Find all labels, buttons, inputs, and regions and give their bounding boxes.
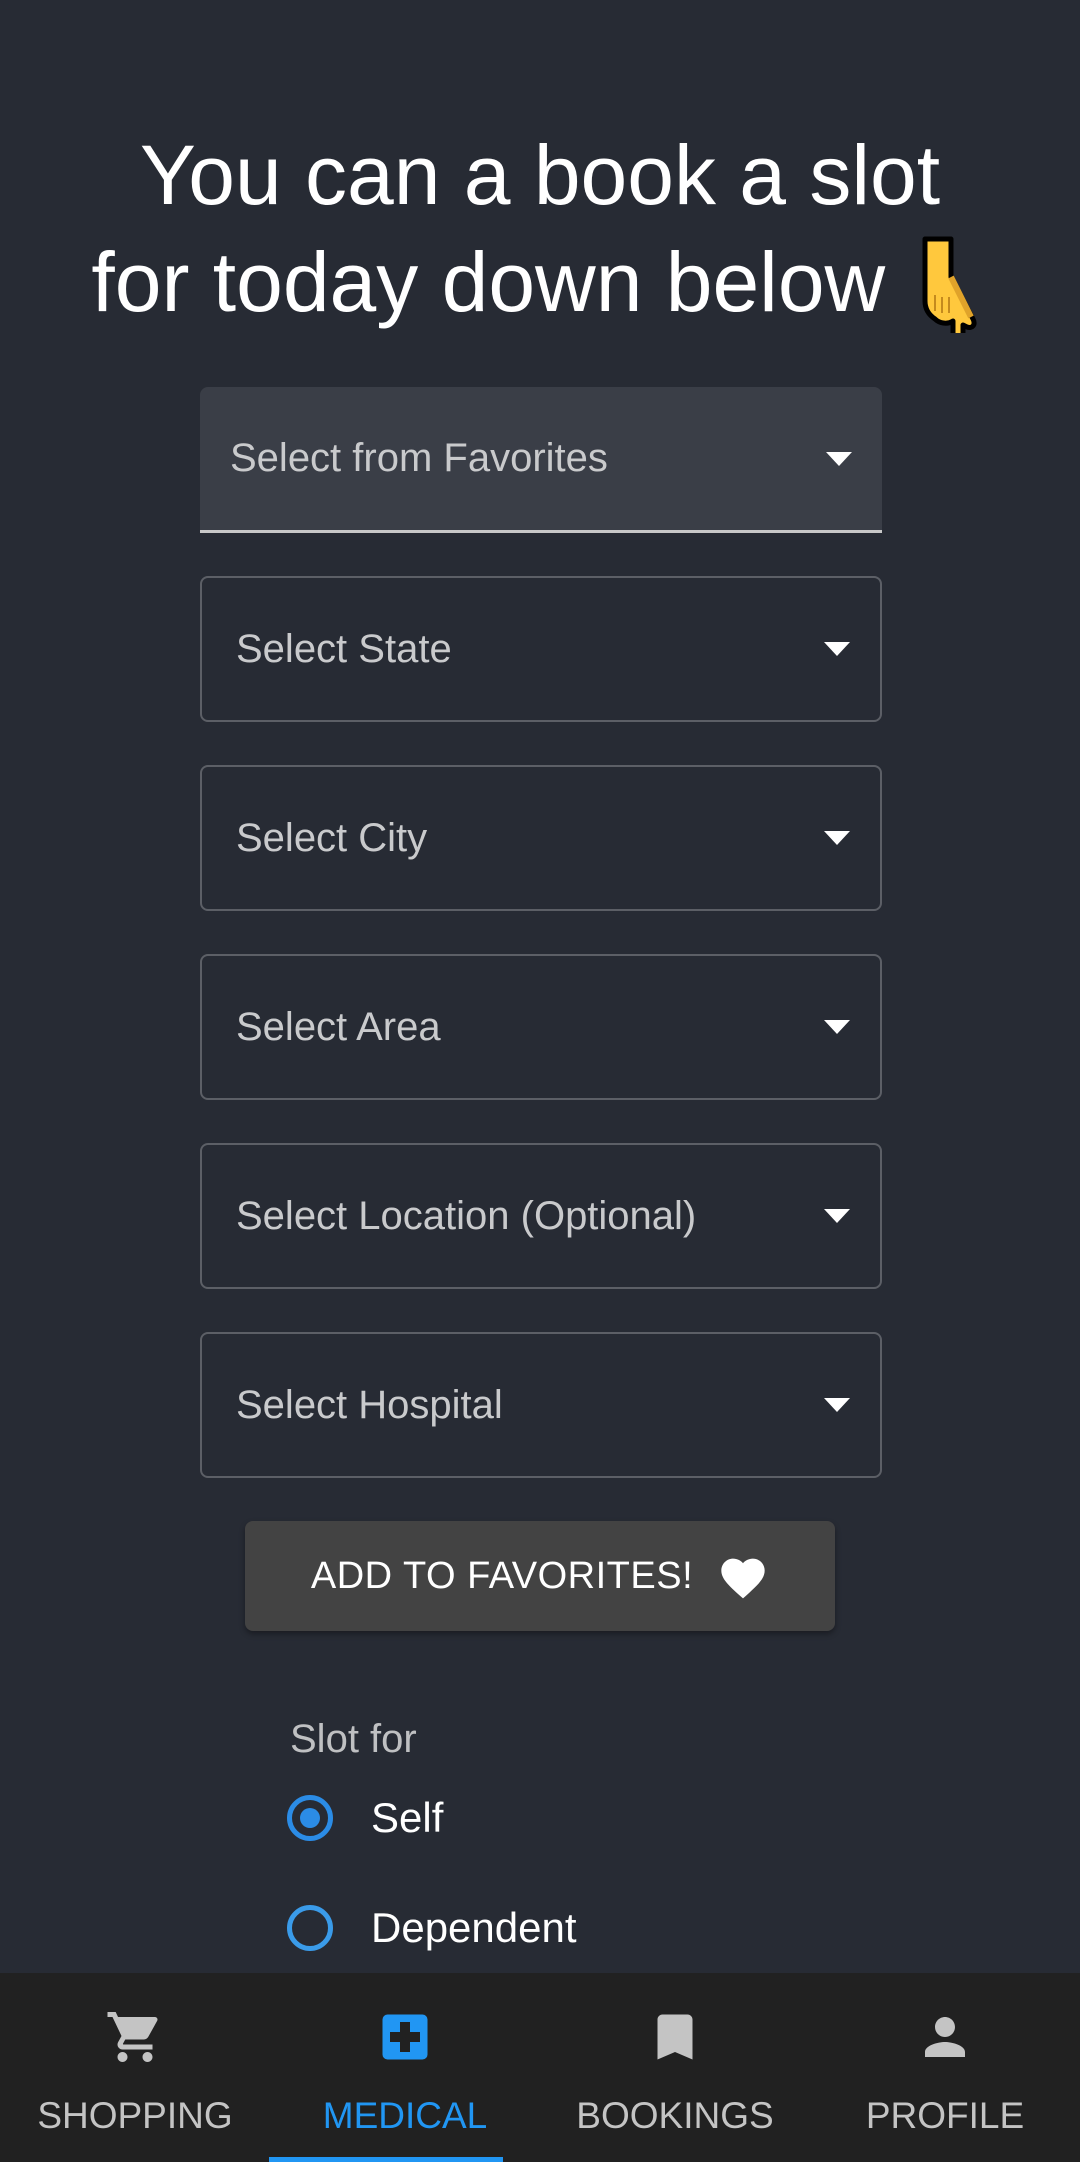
page-headline: You can a book a slot for today down bel… bbox=[0, 122, 1080, 350]
radio-dependent-label: Dependent bbox=[371, 1904, 577, 1951]
city-select[interactable]: Select City bbox=[200, 765, 882, 911]
radio-self[interactable]: Self bbox=[287, 1794, 443, 1842]
nav-bookings-label: BOOKINGS bbox=[576, 2095, 774, 2136]
cart-icon bbox=[107, 2012, 158, 2062]
area-select[interactable]: Select Area bbox=[200, 954, 882, 1100]
area-select-label: Select Area bbox=[236, 1004, 441, 1049]
heart-icon bbox=[721, 1558, 765, 1599]
dropdown-arrow-icon bbox=[824, 1209, 850, 1223]
hospital-select[interactable]: Select Hospital bbox=[200, 1332, 882, 1478]
nav-profile-label: PROFILE bbox=[865, 2095, 1025, 2136]
headline-line-2: for today down below bbox=[0, 229, 1080, 350]
hospital-select-label: Select Hospital bbox=[236, 1382, 503, 1427]
nav-profile[interactable]: PROFILE bbox=[810, 1973, 1080, 2162]
add-to-favorites-label: ADD TO FAVORITES! bbox=[310, 1554, 694, 1597]
headline-line-1: You can a book a slot bbox=[139, 128, 941, 222]
nav-bookings[interactable]: BOOKINGS bbox=[540, 1973, 810, 2162]
medical-cross-icon bbox=[382, 2014, 428, 2060]
radio-self-label: Self bbox=[371, 1794, 444, 1841]
state-select[interactable]: Select State bbox=[200, 576, 882, 722]
pointing-down-hand-icon bbox=[915, 233, 989, 350]
radio-checked-icon[interactable] bbox=[287, 1795, 333, 1841]
headline-line-2-text: for today down below bbox=[91, 235, 886, 329]
add-to-favorites-button[interactable]: ADD TO FAVORITES! bbox=[245, 1521, 835, 1631]
nav-shopping-label: SHOPPING bbox=[37, 2095, 233, 2136]
dropdown-arrow-icon bbox=[824, 831, 850, 845]
dropdown-arrow-icon bbox=[826, 451, 852, 466]
radio-unchecked-icon[interactable] bbox=[287, 1905, 333, 1951]
bookmark-icon bbox=[657, 2014, 693, 2060]
state-select-label: Select State bbox=[236, 626, 452, 671]
bottom-navigation: SHOPPING MEDICAL BOOKINGS PROFILE bbox=[0, 1973, 1080, 2162]
dropdown-arrow-icon bbox=[824, 1020, 850, 1034]
nav-medical[interactable]: MEDICAL bbox=[269, 1973, 540, 2162]
city-select-label: Select City bbox=[236, 815, 428, 860]
radio-dependent[interactable]: Dependent bbox=[287, 1904, 577, 1952]
slot-for-label: Slot for bbox=[290, 1717, 417, 1761]
nav-shopping[interactable]: SHOPPING bbox=[0, 1973, 270, 2162]
nav-medical-label: MEDICAL bbox=[322, 2095, 488, 2136]
person-icon bbox=[925, 2017, 965, 2057]
favorites-select-label: Select from Favorites bbox=[230, 436, 608, 480]
dropdown-arrow-icon bbox=[824, 1398, 850, 1412]
dropdown-arrow-icon bbox=[824, 642, 850, 656]
location-select-label: Select Location (Optional) bbox=[236, 1193, 697, 1238]
location-select[interactable]: Select Location (Optional) bbox=[200, 1143, 882, 1289]
favorites-select[interactable]: Select from Favorites bbox=[200, 387, 882, 533]
